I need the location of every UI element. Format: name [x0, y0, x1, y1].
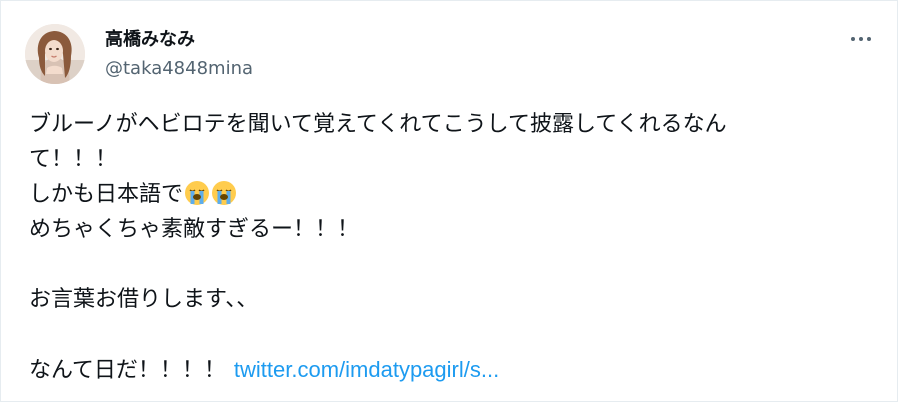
- more-options-icon: [851, 37, 855, 41]
- tweet-link[interactable]: twitter.com/imdatypagirl/s...: [234, 357, 499, 382]
- tweet-text: ブルーノがヘビロテを聞いて覚えてくれてこうして披露してくれるなん て！！！ しか…: [29, 107, 879, 387]
- tweet-line-4: めちゃくちゃ素敵すぎるー！！！: [29, 217, 360, 242]
- user-display-name[interactable]: 高橋みなみ: [105, 29, 195, 51]
- tweet-line-5: お言葉お借りします、、: [29, 287, 259, 312]
- avatar[interactable]: [25, 24, 85, 84]
- tweet-line-1: ブルーノがヘビロテを聞いて覚えてくれてこうして披露してくれるなん: [29, 112, 727, 137]
- more-options-icon: [859, 37, 863, 41]
- more-options-button[interactable]: [845, 29, 877, 49]
- user-handle[interactable]: @taka4848mina: [105, 58, 253, 80]
- tweet-card: 高橋みなみ @taka4848mina ブルーノがヘビロテを聞いて覚えてくれてこ…: [0, 0, 898, 402]
- tweet-line-6: なんて日だ！！！！ twitter.com/imdatypagirl/s...: [29, 352, 879, 387]
- tweet-line-6-text: なんて日だ！！！！: [29, 358, 226, 383]
- avatar-photo-icon: [25, 24, 85, 84]
- more-options-icon: [867, 37, 871, 41]
- tweet-line-3: しかも日本語で: [29, 177, 879, 212]
- tweet-line-3-text: しかも日本語で: [29, 182, 184, 207]
- tweet-line-2: て！！！: [29, 147, 118, 172]
